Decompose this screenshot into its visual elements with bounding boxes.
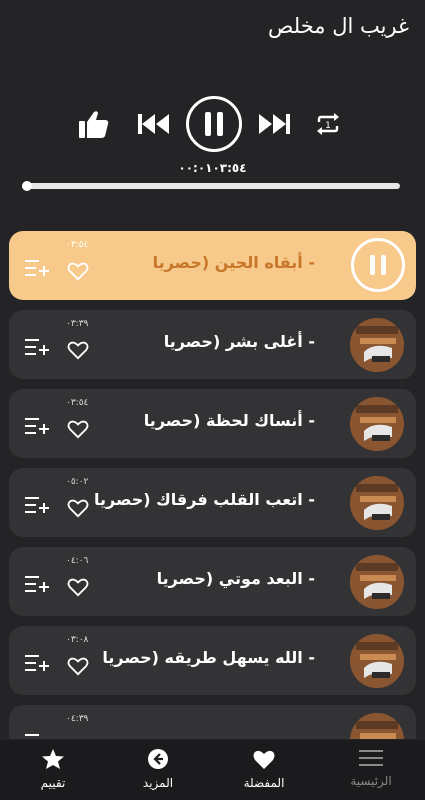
list-item[interactable]: - الله يسهل طريقه (حصريا ٠٣:٠٨ [9,626,416,695]
playback-time: ٠٠:٠١٠٣:٥٤ [178,161,247,175]
list-item[interactable]: - أغلى بشر (حصريا ٠٣:٣٩ [9,310,416,379]
menu-icon [359,750,383,766]
add-to-playlist-icon[interactable] [24,494,50,516]
page-title: غريب ال مخلص [268,14,409,38]
track-duration: ٠٥:٠٢ [66,477,89,487]
heart-icon[interactable] [67,261,89,281]
track-title: - أغلى بشر (حصريا [163,332,315,351]
arrow-left-circle-icon [148,749,168,769]
list-item[interactable]: - اتعب القلب فرقاك (حصريا ٠٥:٠٢ [9,468,416,537]
add-to-playlist-icon[interactable] [24,573,50,595]
tab-label: تقييم [40,776,66,790]
thumbs-up-icon[interactable] [77,108,111,140]
track-duration: ٠٣:٣٩ [66,319,89,329]
tab-rate[interactable]: تقييم [8,748,98,790]
track-title: - اتعب القلب فرقاك (حصريا [93,490,315,509]
track-duration: ٠٤:٣٩ [66,714,89,724]
track-title: - الله يسهل طريقه (حصريا [102,648,315,667]
progress-knob[interactable] [22,181,32,191]
album-cover-image [350,476,404,530]
heart-icon[interactable] [67,656,89,676]
track-duration: ٠٣:٥٤ [66,240,89,250]
add-to-playlist-icon[interactable] [24,731,50,739]
pause-button[interactable] [351,238,405,292]
pause-button[interactable] [186,96,242,152]
tab-label: المفضلة [243,776,285,790]
add-to-playlist-icon[interactable] [24,336,50,358]
track-title: - أبقاه الحين (حصريا [152,253,315,272]
tab-more[interactable]: المزيد [113,748,203,790]
bottom-navigation: تقييم المزيد المفضلة الرئيسية [0,740,425,800]
svg-text:1: 1 [325,121,331,131]
progress-track [22,183,400,189]
add-to-playlist-icon[interactable] [24,415,50,437]
heart-icon [253,750,275,769]
pause-icon [370,255,386,275]
add-to-playlist-icon[interactable] [24,257,50,279]
tab-label: الرئيسية [350,774,392,788]
pause-icon [205,112,223,136]
list-item[interactable]: - البعد موتي (حصريا ٠٤:٠٦ [9,547,416,616]
album-cover-image [350,555,404,609]
tab-home[interactable]: الرئيسية [326,748,416,788]
album-cover-image [350,713,404,739]
list-item[interactable]: - أبقاه الحين (حصريا ٠٣:٥٤ [9,231,416,300]
album-cover-image [350,634,404,688]
star-icon [42,749,64,769]
track-duration: ٠٣:٠٨ [66,635,89,645]
track-duration: ٠٣:٥٤ [66,398,89,408]
heart-icon[interactable] [67,577,89,597]
album-cover-image [350,318,404,372]
player-controls: 1 [0,96,425,154]
track-title: - أنساك لحظة (حصريا [143,411,315,430]
repeat-one-icon[interactable]: 1 [314,112,342,136]
track-duration: ٠٤:٠٦ [66,556,89,566]
heart-icon[interactable] [67,498,89,518]
previous-track-icon[interactable] [136,110,172,138]
tab-label: المزيد [142,776,174,790]
tab-favorites[interactable]: المفضلة [219,748,309,790]
progress-slider[interactable] [22,181,400,191]
track-title: - البعد موتي (حصريا [156,569,315,588]
heart-icon[interactable] [67,340,89,360]
list-item[interactable]: ٠٤:٣٩ [9,705,416,739]
next-track-icon[interactable] [256,110,292,138]
track-list: - أبقاه الحين (حصريا ٠٣:٥٤ - أغلى بشر (ح… [9,231,416,739]
heart-icon[interactable] [67,419,89,439]
add-to-playlist-icon[interactable] [24,652,50,674]
album-cover-image [350,397,404,451]
list-item[interactable]: - أنساك لحظة (حصريا ٠٣:٥٤ [9,389,416,458]
